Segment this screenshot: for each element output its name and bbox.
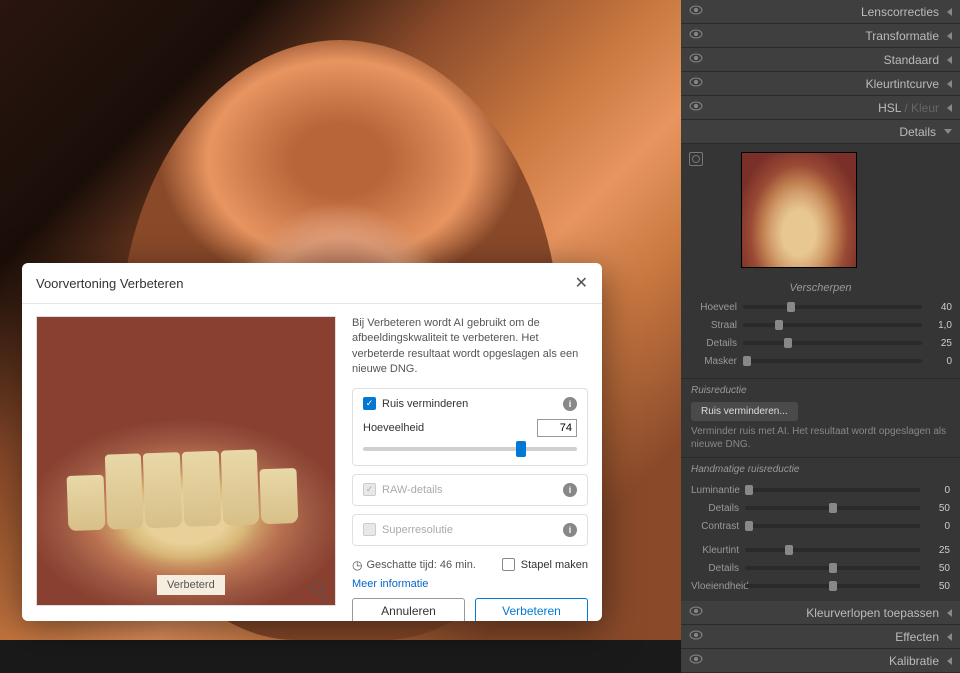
slider-mask[interactable]: Masker0 [689, 352, 952, 370]
chevron-left-icon [947, 609, 952, 617]
denoise-checkbox[interactable]: ✓Ruis verminderen [363, 397, 468, 410]
section-note: Verminder ruis met AI. Het resultaat wor… [691, 425, 950, 451]
panel-calibration[interactable]: Kalibratie [681, 649, 960, 673]
panel-label: Effecten [895, 630, 939, 644]
estimated-time: Geschatte tijd: 46 min. [352, 558, 476, 572]
raw-details-checkbox: ✓RAW-details [363, 483, 443, 496]
amount-label: Hoeveelheid [363, 422, 424, 434]
cancel-button[interactable]: Annuleren [352, 598, 465, 621]
panel-gradients[interactable]: Kleurverlopen toepassen [681, 601, 960, 625]
noise-reduction-section: Ruisreductie Ruis verminderen... Vermind… [681, 378, 960, 457]
timer-icon [352, 558, 362, 572]
detail-thumbnail[interactable] [741, 152, 857, 268]
visibility-eye-icon[interactable] [689, 101, 703, 114]
slider-luminance[interactable]: Luminantie0 [691, 481, 950, 499]
panel-details[interactable]: Details [681, 120, 960, 144]
chevron-left-icon [947, 104, 952, 112]
panel-label: Details [899, 125, 936, 139]
preview-image[interactable]: Verbeterd [36, 316, 336, 606]
denoise-button[interactable]: Ruis verminderen... [691, 402, 798, 421]
chevron-left-icon [947, 657, 952, 665]
target-picker-icon[interactable] [689, 152, 703, 166]
more-info-link[interactable]: Meer informatie [352, 578, 588, 590]
panel-label: Lenscorrecties [861, 5, 939, 19]
panel-label: HSL / Kleur [878, 101, 939, 115]
info-icon[interactable]: i [563, 523, 577, 537]
zoom-icon[interactable] [311, 581, 327, 597]
panel-label: Kalibratie [889, 654, 939, 668]
dialog-description: Bij Verbeteren wordt AI gebruikt om de a… [352, 316, 588, 378]
chevron-left-icon [947, 80, 952, 88]
visibility-eye-icon[interactable] [689, 5, 703, 18]
slider-color-detail[interactable]: Details50 [691, 559, 950, 577]
chevron-down-icon [944, 129, 952, 134]
panel-hsl[interactable]: HSL / Kleur [681, 96, 960, 120]
visibility-eye-icon[interactable] [689, 29, 703, 42]
denoise-group: ✓Ruis verminderen i Hoeveelheid [352, 388, 588, 466]
visibility-eye-icon[interactable] [689, 77, 703, 90]
details-panel-body: Verscherpen Hoeveel40 Straal1,0 Details2… [681, 144, 960, 378]
visibility-eye-icon[interactable] [689, 606, 703, 619]
enhance-preview-dialog: Voorvertoning Verbeteren ✕ Verbeterd Bij… [22, 263, 602, 621]
manual-noise-section: Handmatige ruisreductie Luminantie0 Deta… [681, 457, 960, 601]
raw-details-group: ✓RAW-details i [352, 474, 588, 506]
slider-radius[interactable]: Straal1,0 [689, 316, 952, 334]
visibility-eye-icon[interactable] [689, 654, 703, 667]
super-resolution-group: Superresolutie i [352, 514, 588, 546]
visibility-eye-icon[interactable] [689, 53, 703, 66]
close-icon[interactable]: ✕ [575, 273, 588, 293]
develop-sidebar: Lenscorrecties Transformatie Standaard K… [681, 0, 960, 640]
info-icon[interactable]: i [563, 483, 577, 497]
section-label: Ruisreductie [691, 385, 950, 396]
panel-label: Kleurverlopen toepassen [806, 606, 939, 620]
panel-standard[interactable]: Standaard [681, 48, 960, 72]
enhanced-badge: Verbeterd [157, 575, 225, 595]
enhance-button[interactable]: Verbeteren [475, 598, 588, 621]
panel-effects[interactable]: Effecten [681, 625, 960, 649]
super-resolution-checkbox: Superresolutie [363, 523, 453, 536]
panel-transform[interactable]: Transformatie [681, 24, 960, 48]
slider-lum-contrast: Contrast0 [691, 517, 950, 535]
panel-label: Standaard [884, 53, 939, 67]
visibility-eye-icon[interactable] [689, 630, 703, 643]
panel-lens-corrections[interactable]: Lenscorrecties [681, 0, 960, 24]
slider-color-smooth[interactable]: Vloeiendheid50 [691, 577, 950, 595]
amount-slider[interactable] [363, 441, 577, 457]
chevron-left-icon [947, 8, 952, 16]
chevron-left-icon [947, 56, 952, 64]
slider-amount[interactable]: Hoeveel40 [689, 298, 952, 316]
slider-detail[interactable]: Details25 [689, 334, 952, 352]
chevron-left-icon [947, 633, 952, 641]
panel-tone-curve[interactable]: Kleurtintcurve [681, 72, 960, 96]
sharpen-header: Verscherpen [689, 282, 952, 294]
dialog-header: Voorvertoning Verbeteren ✕ [22, 263, 602, 304]
info-icon[interactable]: i [563, 397, 577, 411]
section-label: Handmatige ruisreductie [691, 464, 799, 475]
dialog-title: Voorvertoning Verbeteren [36, 276, 183, 291]
slider-lum-detail: Details50 [691, 499, 950, 517]
chevron-left-icon [947, 32, 952, 40]
amount-input[interactable] [537, 419, 577, 437]
stack-checkbox[interactable]: Stapel maken [502, 558, 588, 571]
panel-label: Kleurtintcurve [866, 77, 939, 91]
panel-label: Transformatie [865, 29, 939, 43]
slider-color[interactable]: Kleurtint25 [691, 541, 950, 559]
